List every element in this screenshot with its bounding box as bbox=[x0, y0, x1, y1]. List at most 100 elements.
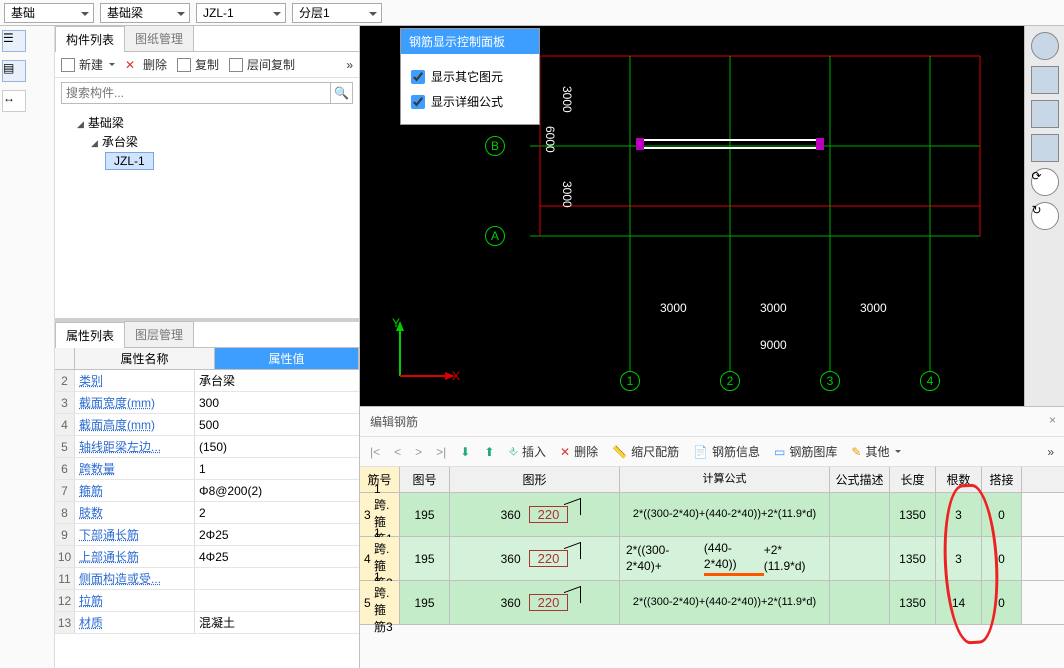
prop-name[interactable]: 下部通长筋 bbox=[75, 524, 195, 545]
view-globe-icon[interactable] bbox=[1031, 32, 1059, 60]
col-count[interactable]: 根数 bbox=[936, 467, 982, 492]
search-icon[interactable]: 🔍 bbox=[330, 83, 352, 103]
rebar-grid[interactable]: 筋号 图号 图形 计算公式 公式描述 长度 根数 搭接 3 1跨.箍筋1 195… bbox=[360, 467, 1064, 668]
nav-prev-icon[interactable]: < bbox=[394, 445, 401, 459]
tree-child[interactable]: 承台梁 bbox=[91, 135, 138, 149]
view-top-icon[interactable] bbox=[1031, 134, 1059, 162]
col-daiji[interactable]: 搭接 bbox=[982, 467, 1022, 492]
col-length[interactable]: 长度 bbox=[890, 467, 936, 492]
prop-value[interactable]: 1 bbox=[195, 458, 359, 479]
tree-root[interactable]: 基础梁 bbox=[77, 116, 124, 130]
prop-value[interactable]: 2 bbox=[195, 502, 359, 523]
component-tree[interactable]: 基础梁 承台梁 JZL-1 bbox=[55, 108, 359, 318]
detail-view-icon[interactable]: ▤ bbox=[2, 60, 26, 82]
prop-value[interactable]: 300 bbox=[195, 392, 359, 413]
prop-value[interactable]: 500 bbox=[195, 414, 359, 435]
cell-dj[interactable]: 0 bbox=[982, 581, 1022, 624]
expand-icon[interactable]: ↔ bbox=[2, 90, 26, 112]
close-icon[interactable]: × bbox=[1049, 413, 1056, 427]
cb-show-other[interactable]: 显示其它图元 bbox=[411, 64, 529, 89]
prop-value[interactable]: 混凝土 bbox=[195, 612, 359, 633]
prop-name[interactable]: 上部通长筋 bbox=[75, 546, 195, 567]
col-shape[interactable]: 图形 bbox=[450, 467, 620, 492]
prop-value[interactable]: 4Φ25 bbox=[195, 546, 359, 567]
cell-desc[interactable] bbox=[830, 537, 890, 580]
nav-last-icon[interactable]: >| bbox=[436, 445, 446, 459]
prop-name[interactable]: 肢数 bbox=[75, 502, 195, 523]
cell-dj[interactable]: 0 bbox=[982, 537, 1022, 580]
cell-tuhao[interactable]: 195 bbox=[400, 581, 450, 624]
cell-desc[interactable] bbox=[830, 581, 890, 624]
tree-leaf-jzl1[interactable]: JZL-1 bbox=[105, 152, 154, 170]
cell-tuhao[interactable]: 195 bbox=[400, 493, 450, 536]
tab-layers[interactable]: 图层管理 bbox=[124, 321, 194, 347]
prop-name[interactable]: 跨数量 bbox=[75, 458, 195, 479]
cell-length[interactable]: 1350 bbox=[890, 581, 936, 624]
insert-button[interactable]: ⎀插入 bbox=[508, 443, 546, 460]
toolbar-more-icon[interactable]: » bbox=[1047, 445, 1054, 459]
layer-dropdown[interactable]: 分层1 bbox=[292, 3, 382, 23]
property-table[interactable]: 2类别承台梁 3截面宽度(mm)300 4截面高度(mm)500 5轴线距梁左边… bbox=[55, 370, 359, 668]
cell-shape[interactable]: 360220 bbox=[450, 537, 620, 580]
prop-value[interactable] bbox=[195, 568, 359, 589]
prop-name[interactable]: 材质 bbox=[75, 612, 195, 633]
prop-value[interactable]: 2Φ25 bbox=[195, 524, 359, 545]
cell-desc[interactable] bbox=[830, 493, 890, 536]
col-formula[interactable]: 计算公式 bbox=[620, 467, 830, 492]
grid-row[interactable]: 3 1跨.箍筋1 195 360220 2*((300-2*40)+(440-2… bbox=[360, 493, 1064, 537]
prop-name[interactable]: 类别 bbox=[75, 370, 195, 391]
cell-shape[interactable]: 360220 bbox=[450, 493, 620, 536]
import-icon[interactable]: ⬇ bbox=[460, 445, 470, 459]
info-button[interactable]: 📄钢筋信息 bbox=[693, 443, 760, 460]
grid-row[interactable]: 4 1跨.箍筋2 195 360220 2*((300-2*40)+(440-2… bbox=[360, 537, 1064, 581]
tab-components[interactable]: 构件列表 bbox=[55, 26, 125, 52]
cell-count[interactable]: 14 bbox=[936, 581, 982, 624]
other-button[interactable]: ✎其他 bbox=[851, 443, 901, 460]
view-rotate-icon[interactable]: ↻ bbox=[1031, 202, 1059, 230]
col-desc[interactable]: 公式描述 bbox=[830, 467, 890, 492]
toolbar-more-icon[interactable]: » bbox=[346, 58, 353, 72]
grid-row[interactable]: 5 1跨.箍筋3 195 360220 2*((300-2*40)+(440-2… bbox=[360, 581, 1064, 625]
search-input[interactable] bbox=[62, 83, 330, 103]
cell-formula[interactable]: 2*((300-2*40)+(440-2*40))+2*(11.9*d) bbox=[620, 581, 830, 624]
cell-formula[interactable]: 2*((300-2*40)+(440-2*40))+2*(11.9*d) bbox=[620, 493, 830, 536]
cell-tuhao[interactable]: 195 bbox=[400, 537, 450, 580]
cell-count[interactable]: 3 bbox=[936, 493, 982, 536]
view-front-icon[interactable] bbox=[1031, 100, 1059, 128]
prop-name[interactable]: 箍筋 bbox=[75, 480, 195, 501]
delete-button[interactable]: ✕删除 bbox=[560, 443, 598, 460]
search-box[interactable]: 🔍 bbox=[61, 82, 353, 104]
rebar-display-panel[interactable]: 钢筋显示控制面板 显示其它图元 显示详细公式 bbox=[400, 28, 540, 125]
tab-attributes[interactable]: 属性列表 bbox=[55, 322, 125, 348]
prop-value[interactable]: Φ8@200(2) bbox=[195, 480, 359, 501]
cb-show-formula-input[interactable] bbox=[411, 95, 425, 109]
prop-name[interactable]: 截面高度(mm) bbox=[75, 414, 195, 435]
delete-button[interactable]: ✕删除 bbox=[125, 56, 167, 73]
library-button[interactable]: ▭钢筋图库 bbox=[774, 443, 837, 460]
prop-name[interactable]: 拉筋 bbox=[75, 590, 195, 611]
cb-show-other-input[interactable] bbox=[411, 70, 425, 84]
cell-length[interactable]: 1350 bbox=[890, 493, 936, 536]
prop-value[interactable] bbox=[195, 590, 359, 611]
nav-next-icon[interactable]: > bbox=[415, 445, 422, 459]
export-icon[interactable]: ⬆ bbox=[484, 445, 494, 459]
prop-value[interactable]: (150) bbox=[195, 436, 359, 457]
new-button[interactable]: 新建 bbox=[61, 56, 115, 73]
prop-value[interactable]: 承台梁 bbox=[195, 370, 359, 391]
prop-name[interactable]: 截面宽度(mm) bbox=[75, 392, 195, 413]
ruler-button[interactable]: 📏缩尺配筋 bbox=[612, 443, 679, 460]
list-view-icon[interactable]: ☰ bbox=[2, 30, 26, 52]
view-3d-icon[interactable] bbox=[1031, 66, 1059, 94]
layer-copy-button[interactable]: 层间复制 bbox=[229, 56, 295, 73]
col-attr-value[interactable]: 属性值 bbox=[215, 348, 359, 369]
cell-shape[interactable]: 360220 bbox=[450, 581, 620, 624]
cb-show-formula[interactable]: 显示详细公式 bbox=[411, 89, 529, 114]
category-dropdown[interactable]: 基础 bbox=[4, 3, 94, 23]
copy-button[interactable]: 复制 bbox=[177, 56, 219, 73]
cell-count[interactable]: 3 bbox=[936, 537, 982, 580]
subtype-dropdown[interactable]: 基础梁 bbox=[100, 3, 190, 23]
cell-formula[interactable]: 2*((300-2*40)+(440-2*40))+2*(11.9*d) bbox=[620, 537, 830, 580]
component-dropdown[interactable]: JZL-1 bbox=[196, 3, 286, 23]
tab-drawings[interactable]: 图纸管理 bbox=[124, 25, 194, 51]
col-tuhao[interactable]: 图号 bbox=[400, 467, 450, 492]
